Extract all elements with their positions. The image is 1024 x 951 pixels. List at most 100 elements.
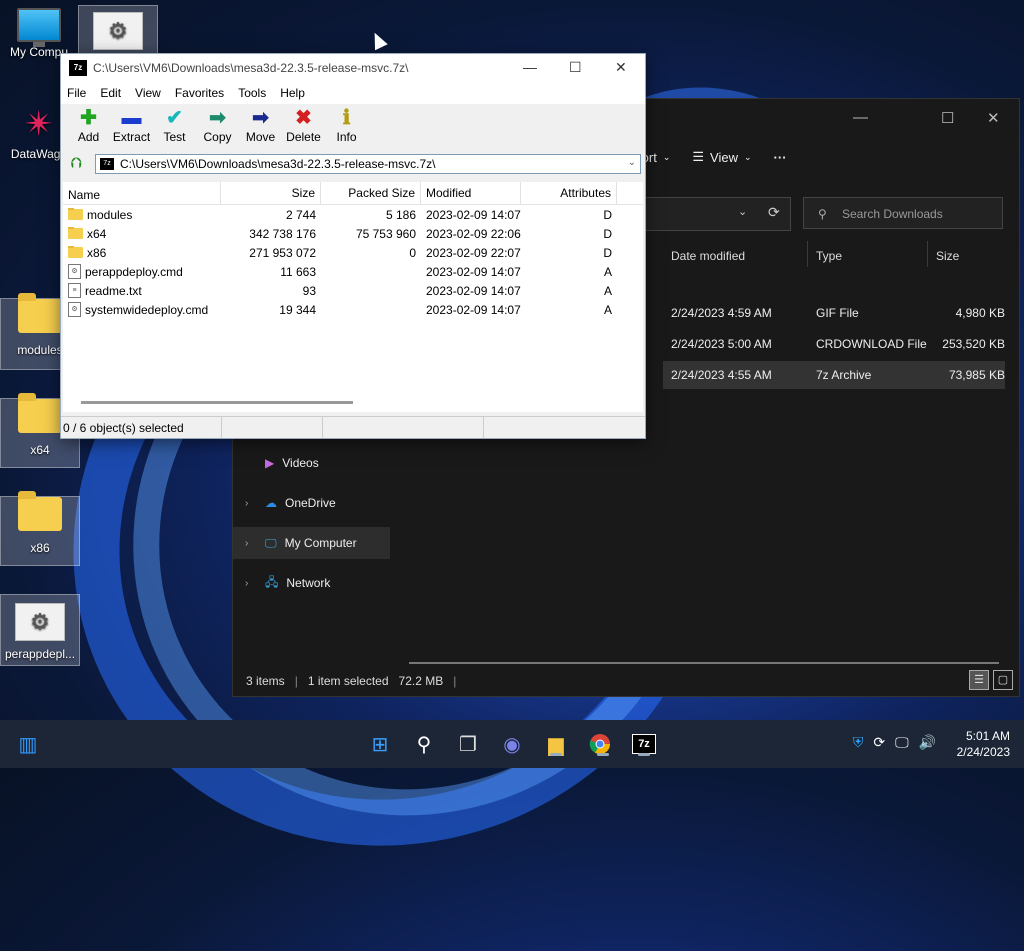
menu-bar: File Edit View Favorites Tools Help [61,82,645,104]
view-icon: ☰ [692,149,705,164]
column-header-size[interactable]: Size [928,241,1006,267]
search-input[interactable]: ⚲ Search Downloads [803,197,1003,229]
file-explorer-icon[interactable]: ▆ [542,730,570,758]
nav-item-network[interactable]: › 🖧 Network [233,567,390,599]
table-row[interactable]: x64 342 738 176 75 753 960 2023-02-09 22… [63,224,643,243]
task-view-icon[interactable]: ❐ [454,730,482,758]
horizontal-scrollbar[interactable] [409,662,999,664]
nav-item-videos[interactable]: ▶ Videos [233,447,390,479]
row-size: 73,985 KB [948,368,1005,382]
nav-item-label: Videos [282,456,319,470]
address-row: ⮉ 7z C:\Users\VM6\Downloads\mesa3d-22.3.… [61,152,645,176]
close-icon[interactable]: ✕ [987,109,1000,127]
desktop-icon-settings-file[interactable]: ⚙ [78,5,158,55]
toolbar: ✚ Add ▬ Extract ✔ Test ➡ Copy ➡ Move ✖ D… [61,104,645,152]
chrome-icon[interactable] [586,730,614,758]
address-bar[interactable]: ⌄ ⟳ [643,197,791,231]
table-row[interactable]: ≡ readme.txt 93 2023-02-09 14:07 A [63,281,643,300]
column-header-packed-size[interactable]: Packed Size [321,182,421,204]
minimize-icon[interactable]: — [853,109,868,126]
table-row[interactable]: 2/24/2023 4:55 AM 7z Archive 73,985 KB [663,361,1005,389]
search-icon[interactable]: ⚲ [410,730,438,758]
defender-icon[interactable]: ⛨ [853,734,864,751]
table-row[interactable]: modules 2 744 5 186 2023-02-09 14:07 D [63,205,643,224]
delete-button[interactable]: ✖ Delete [282,104,325,152]
test-button[interactable]: ✔ Test [153,104,196,152]
row-date: 2/24/2023 5:00 AM [671,337,772,351]
menu-help[interactable]: Help [280,86,305,100]
7zip-small-icon: 7z [100,158,114,170]
windows-start-icon[interactable]: ⊞ [366,730,394,758]
address-bar[interactable]: 7z C:\Users\VM6\Downloads\mesa3d-22.3.5-… [95,154,641,174]
chat-icon[interactable]: ◉ [498,730,526,758]
column-header-type[interactable]: Type [808,241,928,267]
column-header-date[interactable]: Date modified [663,241,808,267]
info-icon: ℹ [342,107,351,129]
extract-button[interactable]: ▬ Extract [110,104,153,152]
table-row[interactable]: 2/24/2023 4:59 AM GIF File 4,980 KB [663,299,1005,327]
menu-file[interactable]: File [67,86,86,100]
tool-label: Add [77,130,100,144]
table-row[interactable]: ⚙ perappdeploy.cmd 11 663 2023-02-09 14:0… [63,262,643,281]
menu-tools[interactable]: Tools [238,86,266,100]
gear-icon: ⚙ [93,12,143,50]
folder-icon [68,207,83,220]
maximize-icon[interactable]: ☐ [569,59,582,76]
row-type: 7z Archive [816,368,872,382]
move-button[interactable]: ➡ Move [239,104,282,152]
tool-label: Test [163,130,186,144]
info-button[interactable]: ℹ Info [325,104,368,152]
menu-favorites[interactable]: Favorites [175,86,224,100]
chevron-right-icon[interactable]: › [245,578,257,589]
menu-edit[interactable]: Edit [100,86,121,100]
volume-icon[interactable]: 🔊 [919,734,936,751]
tool-label: Extract [112,130,151,144]
column-header-size[interactable]: Size [221,182,321,204]
refresh-icon[interactable]: ⟳ [768,204,780,221]
desktop-icon-my-computer[interactable]: My Compu [0,8,78,59]
desktop-icon-x86[interactable]: x86 [0,491,80,566]
copy-button[interactable]: ➡ Copy [196,104,239,152]
row-name: modules [87,207,133,222]
table-row[interactable]: 2/24/2023 5:00 AM CRDOWNLOAD File 253,52… [663,330,1005,358]
nav-item-my-computer[interactable]: › 🖵 My Computer [233,527,390,559]
star-logo-icon: ✴ [23,103,55,144]
row-attributes: A [603,264,612,279]
desktop-icon-perappdeploy[interactable]: ⚙ perappdepl... [0,594,80,666]
close-icon[interactable]: ✕ [615,59,627,76]
more-options-button[interactable]: ··· [774,149,787,165]
column-header-name[interactable]: Name [63,182,221,204]
chevron-down-icon[interactable]: ⌄ [628,157,636,168]
up-folder-icon[interactable]: ⮉ [65,153,87,175]
nav-item-onedrive[interactable]: › ☁ OneDrive [233,487,390,519]
status-bar: 0 / 6 object(s) selected [61,416,645,438]
network-status-icon[interactable]: 🖵 [895,734,909,751]
horizontal-scrollbar[interactable] [81,401,353,404]
folder-icon [68,245,83,258]
row-date: 2/24/2023 4:59 AM [671,306,772,320]
chevron-down-icon[interactable]: ⌄ [738,205,747,218]
maximize-icon[interactable]: ☐ [941,109,954,127]
sync-icon[interactable]: ⟳ [873,734,885,751]
7zip-icon[interactable]: 7z [630,730,658,758]
details-view-icon[interactable]: ☰ [969,670,989,690]
row-modified: 2023-02-09 14:07 [426,264,521,279]
chevron-right-icon[interactable]: › [245,538,257,549]
widgets-icon[interactable]: ▥ [14,730,42,758]
table-row[interactable]: ⚙ systemwidedeploy.cmd 19 344 2023-02-09 … [63,300,643,319]
tiles-view-icon[interactable]: ▢ [993,670,1013,690]
column-header-modified[interactable]: Modified [421,182,521,204]
row-attributes: D [603,207,612,222]
view-label: View [710,149,738,165]
clock[interactable]: 5:01 AM 2/24/2023 [957,728,1010,760]
table-row[interactable]: x86 271 953 072 0 2023-02-09 22:07 D [63,243,643,262]
column-header-attributes[interactable]: Attributes [521,182,617,204]
tool-label: Copy [203,130,232,144]
monitor-icon [17,8,61,47]
chevron-right-icon[interactable]: › [245,498,257,509]
add-button[interactable]: ✚ Add [67,104,110,152]
view-button[interactable]: ☰ View ⌄ [692,149,751,165]
minimize-icon[interactable]: — [523,59,537,75]
menu-view[interactable]: View [135,86,161,100]
nav-item-label: My Computer [284,536,357,550]
